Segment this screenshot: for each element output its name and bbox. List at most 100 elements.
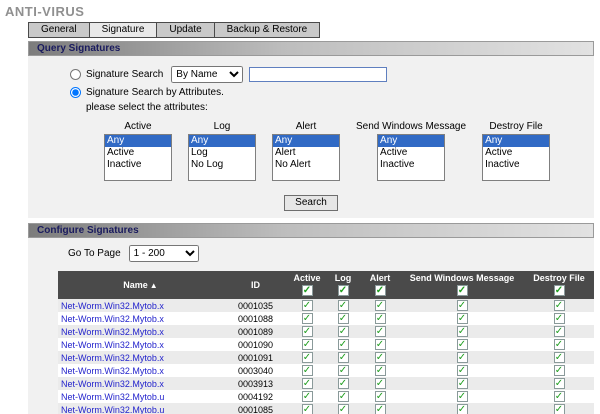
table-row: Net-Worm.Win32.Mytob.x 0003040 — [58, 364, 594, 378]
configure-signatures-title: Configure Signatures — [37, 225, 139, 236]
listbox-option[interactable]: Any — [273, 135, 339, 147]
signature-name-link[interactable]: Net-Worm.Win32.Mytob.x — [61, 314, 164, 324]
signature-name-link[interactable]: Net-Worm.Win32.Mytob.x — [61, 327, 164, 337]
active-checkbox[interactable] — [301, 339, 313, 351]
destroy-file-checkbox[interactable] — [553, 378, 565, 390]
destroy-file-checkbox[interactable] — [553, 365, 565, 377]
log-checkbox[interactable] — [337, 300, 349, 312]
tab-signature[interactable]: Signature — [89, 22, 158, 38]
log-checkbox[interactable] — [337, 326, 349, 338]
log-checkbox[interactable] — [337, 313, 349, 325]
signature-name-link[interactable]: Net-Worm.Win32.Mytob.x — [61, 379, 164, 389]
signature-name-link[interactable]: Net-Worm.Win32.Mytob.x — [61, 340, 164, 350]
alert-checkbox[interactable] — [374, 378, 386, 390]
active-checkbox[interactable] — [301, 326, 313, 338]
send-windows-message-checkbox[interactable] — [456, 313, 468, 325]
listbox-option[interactable]: Alert — [273, 147, 339, 159]
log-checkbox[interactable] — [337, 378, 349, 390]
column-header-name[interactable]: Name — [58, 271, 223, 300]
tab-backup-restore[interactable]: Backup & Restore — [214, 22, 321, 38]
signature-name-link[interactable]: Net-Worm.Win32.Mytob.x — [61, 301, 164, 311]
search-button[interactable]: Search — [284, 195, 338, 211]
select-all-alert-checkbox[interactable] — [374, 285, 386, 297]
listbox-option[interactable]: Any — [483, 135, 550, 147]
query-signatures-panel: Signature Search By Name Signature Searc… — [28, 56, 594, 218]
listbox-option[interactable]: No Log — [189, 159, 255, 171]
alert-checkbox[interactable] — [374, 313, 386, 325]
destroy-file-checkbox[interactable] — [553, 313, 565, 325]
listbox-option[interactable]: Any — [189, 135, 255, 147]
attribute-listbox-active[interactable]: Any Active Inactive — [104, 134, 172, 181]
column-header-id[interactable]: ID — [223, 271, 288, 300]
attributes-hint: please select the attributes: — [86, 102, 208, 113]
column-header-active: Active — [288, 271, 326, 300]
send-windows-message-checkbox[interactable] — [456, 391, 468, 403]
signature-id: 0001085 — [237, 404, 274, 414]
listbox-option[interactable]: Active — [483, 147, 549, 159]
destroy-file-checkbox[interactable] — [553, 300, 565, 312]
attribute-listbox-log[interactable]: Any Log No Log — [188, 134, 256, 181]
signature-search-input[interactable] — [249, 66, 388, 82]
select-all-log-checkbox[interactable] — [337, 285, 349, 297]
search-by-attributes-radio[interactable] — [70, 86, 81, 98]
tab-general[interactable]: General — [28, 22, 90, 38]
destroy-file-checkbox[interactable] — [553, 352, 565, 364]
send-windows-message-checkbox[interactable] — [456, 300, 468, 312]
attribute-listbox-destroy-file[interactable]: Any Active Inactive — [482, 134, 551, 181]
signature-name-link[interactable]: Net-Worm.Win32.Mytob.x — [61, 353, 164, 363]
select-all-send-windows-message-checkbox[interactable] — [456, 285, 468, 297]
log-checkbox[interactable] — [337, 404, 349, 414]
active-checkbox[interactable] — [301, 365, 313, 377]
listbox-option[interactable]: Active — [378, 147, 444, 159]
listbox-option[interactable]: Any — [378, 135, 445, 147]
active-checkbox[interactable] — [301, 378, 313, 390]
send-windows-message-checkbox[interactable] — [456, 365, 468, 377]
log-checkbox[interactable] — [337, 339, 349, 351]
destroy-file-checkbox[interactable] — [553, 391, 565, 403]
active-checkbox[interactable] — [301, 300, 313, 312]
send-windows-message-checkbox[interactable] — [456, 404, 468, 414]
listbox-option[interactable]: Inactive — [378, 159, 444, 171]
send-windows-message-checkbox[interactable] — [456, 352, 468, 364]
log-checkbox[interactable] — [337, 365, 349, 377]
go-to-page-select[interactable]: 1 - 200 — [128, 245, 199, 262]
alert-checkbox[interactable] — [374, 300, 386, 312]
alert-checkbox[interactable] — [374, 391, 386, 403]
send-windows-message-checkbox[interactable] — [456, 326, 468, 338]
select-all-active-checkbox[interactable] — [301, 285, 313, 297]
signature-name-link[interactable]: Net-Worm.Win32.Mytob.u — [61, 392, 164, 402]
listbox-option[interactable]: Inactive — [483, 159, 549, 171]
signature-search-radio[interactable] — [70, 68, 81, 80]
alert-checkbox[interactable] — [374, 404, 386, 414]
attribute-label-active: Active — [124, 121, 152, 132]
send-windows-message-checkbox[interactable] — [456, 378, 468, 390]
listbox-option[interactable]: Any — [105, 135, 171, 147]
column-header-log: Log — [326, 271, 360, 300]
active-checkbox[interactable] — [301, 404, 313, 414]
active-checkbox[interactable] — [301, 391, 313, 403]
alert-checkbox[interactable] — [374, 352, 386, 364]
send-windows-message-checkbox[interactable] — [456, 339, 468, 351]
listbox-option[interactable]: Log — [189, 147, 255, 159]
tab-update[interactable]: Update — [157, 22, 215, 38]
attribute-listbox-send-windows-message[interactable]: Any Active Inactive — [377, 134, 446, 181]
active-checkbox[interactable] — [301, 352, 313, 364]
alert-checkbox[interactable] — [374, 339, 386, 351]
search-by-select[interactable]: By Name — [171, 65, 244, 83]
destroy-file-checkbox[interactable] — [553, 404, 565, 414]
alert-checkbox[interactable] — [374, 365, 386, 377]
select-all-destroy-file-checkbox[interactable] — [553, 285, 565, 297]
signature-name-link[interactable]: Net-Worm.Win32.Mytob.x — [61, 366, 164, 376]
active-checkbox[interactable] — [301, 313, 313, 325]
destroy-file-checkbox[interactable] — [553, 339, 565, 351]
log-checkbox[interactable] — [337, 352, 349, 364]
attribute-label-destroy-file: Destroy File — [489, 121, 543, 132]
listbox-option[interactable]: Inactive — [105, 159, 171, 171]
listbox-option[interactable]: Active — [105, 147, 171, 159]
listbox-option[interactable]: No Alert — [273, 159, 339, 171]
log-checkbox[interactable] — [337, 391, 349, 403]
alert-checkbox[interactable] — [374, 326, 386, 338]
attribute-listbox-alert[interactable]: Any Alert No Alert — [272, 134, 340, 181]
destroy-file-checkbox[interactable] — [553, 326, 565, 338]
signature-name-link[interactable]: Net-Worm.Win32.Mytob.u — [61, 405, 164, 414]
